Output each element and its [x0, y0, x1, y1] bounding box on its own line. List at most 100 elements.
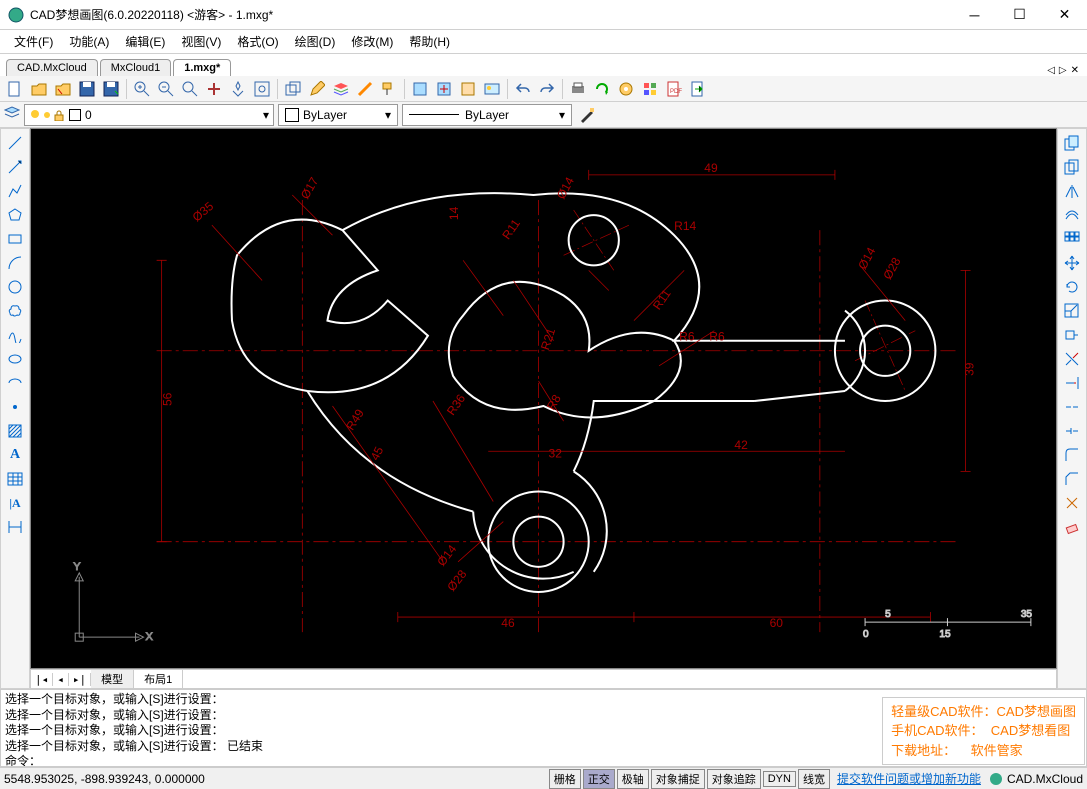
spline-icon[interactable] — [4, 325, 26, 345]
formatpaint-icon[interactable] — [378, 78, 400, 100]
toggle-otrack[interactable]: 对象追踪 — [707, 769, 761, 789]
undo-icon[interactable] — [512, 78, 534, 100]
extents-icon[interactable] — [251, 78, 273, 100]
offset-icon[interactable] — [1061, 205, 1083, 225]
manage-icon[interactable] — [639, 78, 661, 100]
export-icon[interactable] — [687, 78, 709, 100]
tab-nav-next[interactable]: ▷ — [1057, 65, 1069, 76]
layers-icon[interactable] — [330, 78, 352, 100]
linetype-select[interactable]: ByLayer ▾ — [402, 104, 572, 126]
menu-draw[interactable]: 绘图(D) — [287, 31, 344, 52]
matchprop-icon[interactable] — [576, 104, 598, 126]
line-icon[interactable] — [4, 133, 26, 153]
scale-icon[interactable] — [1061, 301, 1083, 321]
pan-icon[interactable] — [203, 78, 225, 100]
drawing-canvas[interactable]: 49 56 46 60 42 32 39 14 45 Ø35 Ø17 Ø14 R… — [30, 128, 1057, 669]
point-icon[interactable] — [4, 397, 26, 417]
color-label: ByLayer — [303, 108, 347, 122]
stretch-icon[interactable] — [1061, 325, 1083, 345]
menu-format[interactable]: 格式(O) — [229, 31, 286, 52]
toggle-ortho[interactable]: 正交 — [583, 769, 615, 789]
break-icon[interactable] — [1061, 397, 1083, 417]
arc-icon[interactable] — [4, 253, 26, 273]
erase-icon[interactable] — [1061, 517, 1083, 537]
svg-text:Ø17: Ø17 — [298, 175, 322, 202]
popout-icon[interactable] — [282, 78, 304, 100]
polyline-icon[interactable] — [4, 181, 26, 201]
extend-icon[interactable] — [1061, 373, 1083, 393]
trim-icon[interactable] — [1061, 349, 1083, 369]
fillet-icon[interactable] — [1061, 445, 1083, 465]
hatch-icon[interactable] — [354, 78, 376, 100]
block-icon[interactable] — [409, 78, 431, 100]
feedback-link[interactable]: 提交软件问题或增加新功能 — [837, 770, 981, 787]
rectangle-icon[interactable] — [4, 229, 26, 249]
zoomin-icon[interactable] — [131, 78, 153, 100]
redo-icon[interactable] — [536, 78, 558, 100]
copy-icon[interactable] — [1061, 133, 1083, 153]
copy2-icon[interactable] — [1061, 157, 1083, 177]
toggle-lwt[interactable]: 线宽 — [798, 769, 830, 789]
break2-icon[interactable] — [1061, 421, 1083, 441]
insert-icon[interactable] — [433, 78, 455, 100]
layout-tab-layout1[interactable]: 布局1 — [134, 670, 183, 688]
move-icon[interactable] — [1061, 253, 1083, 273]
settings-icon[interactable] — [615, 78, 637, 100]
revcloud-icon[interactable] — [4, 301, 26, 321]
toggle-grid[interactable]: 栅格 — [549, 769, 581, 789]
ellipse-icon[interactable] — [4, 349, 26, 369]
tab-cadmxcloud[interactable]: CAD.MxCloud — [6, 59, 98, 76]
menu-file[interactable]: 文件(F) — [6, 31, 61, 52]
new-icon[interactable] — [4, 78, 26, 100]
toggle-osnap[interactable]: 对象捕捉 — [651, 769, 705, 789]
tab-nav-close[interactable]: ✕ — [1069, 65, 1081, 76]
menu-help[interactable]: 帮助(H) — [401, 31, 458, 52]
mirror-icon[interactable] — [1061, 181, 1083, 201]
mtext-icon[interactable]: |A — [4, 493, 26, 513]
text-icon[interactable]: A — [4, 445, 26, 465]
save-icon[interactable] — [76, 78, 98, 100]
hatch2-icon[interactable] — [4, 421, 26, 441]
print-icon[interactable] — [567, 78, 589, 100]
zoomout-icon[interactable] — [155, 78, 177, 100]
maximize-button[interactable]: ☐ — [997, 0, 1042, 30]
menu-view[interactable]: 视图(V) — [173, 31, 229, 52]
open2-icon[interactable] — [52, 78, 74, 100]
saveas-icon[interactable] — [100, 78, 122, 100]
layermgr-icon[interactable] — [4, 105, 20, 124]
refresh-icon[interactable] — [591, 78, 613, 100]
table-icon[interactable] — [4, 469, 26, 489]
edit-icon[interactable] — [306, 78, 328, 100]
image-icon[interactable] — [481, 78, 503, 100]
color-select[interactable]: ByLayer ▾ — [278, 104, 398, 126]
layout-tab-model[interactable]: 模型 — [91, 670, 134, 688]
layout-nav-prev[interactable]: ◂ — [53, 673, 69, 686]
circle-icon[interactable] — [4, 277, 26, 297]
zoomwindow-icon[interactable] — [179, 78, 201, 100]
tab-1mxg[interactable]: 1.mxg* — [173, 59, 231, 76]
dimension-icon[interactable] — [4, 517, 26, 537]
open-icon[interactable] — [28, 78, 50, 100]
rotate-icon[interactable] — [1061, 277, 1083, 297]
array-icon[interactable] — [1061, 229, 1083, 249]
tab-mxcloud1[interactable]: MxCloud1 — [100, 59, 172, 76]
explode-icon[interactable] — [1061, 493, 1083, 513]
tab-nav-prev[interactable]: ◁ — [1045, 65, 1057, 76]
minimize-button[interactable]: ─ — [952, 0, 997, 30]
chamfer-icon[interactable] — [1061, 469, 1083, 489]
ray-icon[interactable] — [4, 157, 26, 177]
toggle-polar[interactable]: 极轴 — [617, 769, 649, 789]
layer-select[interactable]: 0 ▾ — [24, 104, 274, 126]
layout-nav-next[interactable]: ▸| — [69, 673, 91, 686]
close-button[interactable]: ✕ — [1042, 0, 1087, 30]
regen-icon[interactable] — [227, 78, 249, 100]
pdf-icon[interactable]: PDF — [663, 78, 685, 100]
layout-nav-first[interactable]: |◂ — [31, 673, 53, 686]
blockedit-icon[interactable] — [457, 78, 479, 100]
menu-function[interactable]: 功能(A) — [61, 31, 117, 52]
toggle-dyn[interactable]: DYN — [763, 771, 796, 787]
ellipsearc-icon[interactable] — [4, 373, 26, 393]
menu-modify[interactable]: 修改(M) — [343, 31, 401, 52]
polygon-icon[interactable] — [4, 205, 26, 225]
menu-edit[interactable]: 编辑(E) — [117, 31, 173, 52]
